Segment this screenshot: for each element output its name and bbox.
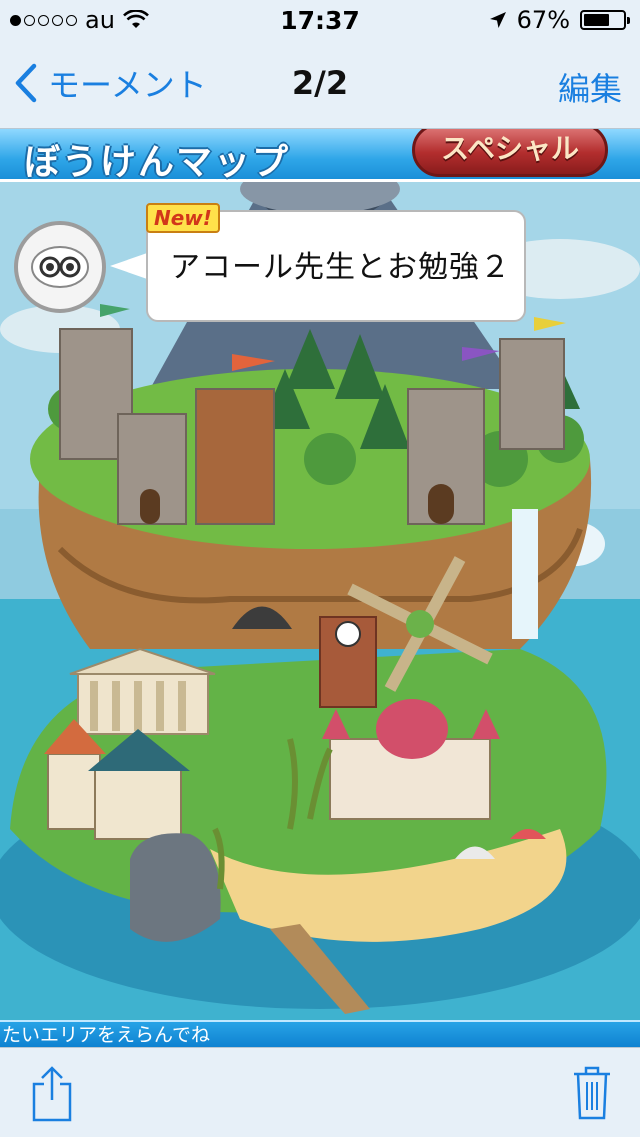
photo-viewer[interactable]: ぼうけんマップ スペシャル アコール先生とお勉強２ New! たいエリアをえらん… xyxy=(0,129,640,1047)
puyo-face-icon xyxy=(31,246,89,288)
bottom-toolbar xyxy=(0,1047,640,1137)
quest-title: アコール先生とお勉強２ xyxy=(170,250,511,285)
status-bar: au 17:37 67% xyxy=(0,0,640,40)
location-arrow-icon xyxy=(489,12,506,28)
trash-icon xyxy=(574,1066,610,1120)
edit-button[interactable]: 編集 xyxy=(558,64,622,110)
navigation-bar: モーメント 2/2 編集 xyxy=(0,40,640,129)
battery-icon xyxy=(580,10,630,30)
new-badge: New! xyxy=(146,203,220,233)
share-button[interactable] xyxy=(30,1066,74,1126)
speech-bubble-tail xyxy=(110,252,150,280)
delete-button[interactable] xyxy=(572,1064,612,1124)
special-button[interactable]: スペシャル xyxy=(412,129,608,177)
instruction-strip: たいエリアをえらんでね xyxy=(0,1020,640,1047)
page-title: 2/2 xyxy=(291,64,349,102)
map-title: ぼうけんマップ xyxy=(24,142,291,183)
battery-percent: 67% xyxy=(516,6,570,34)
character-avatar xyxy=(14,221,106,313)
status-right: 67% xyxy=(489,6,630,34)
share-icon xyxy=(32,1066,72,1122)
battery-level xyxy=(584,14,609,26)
